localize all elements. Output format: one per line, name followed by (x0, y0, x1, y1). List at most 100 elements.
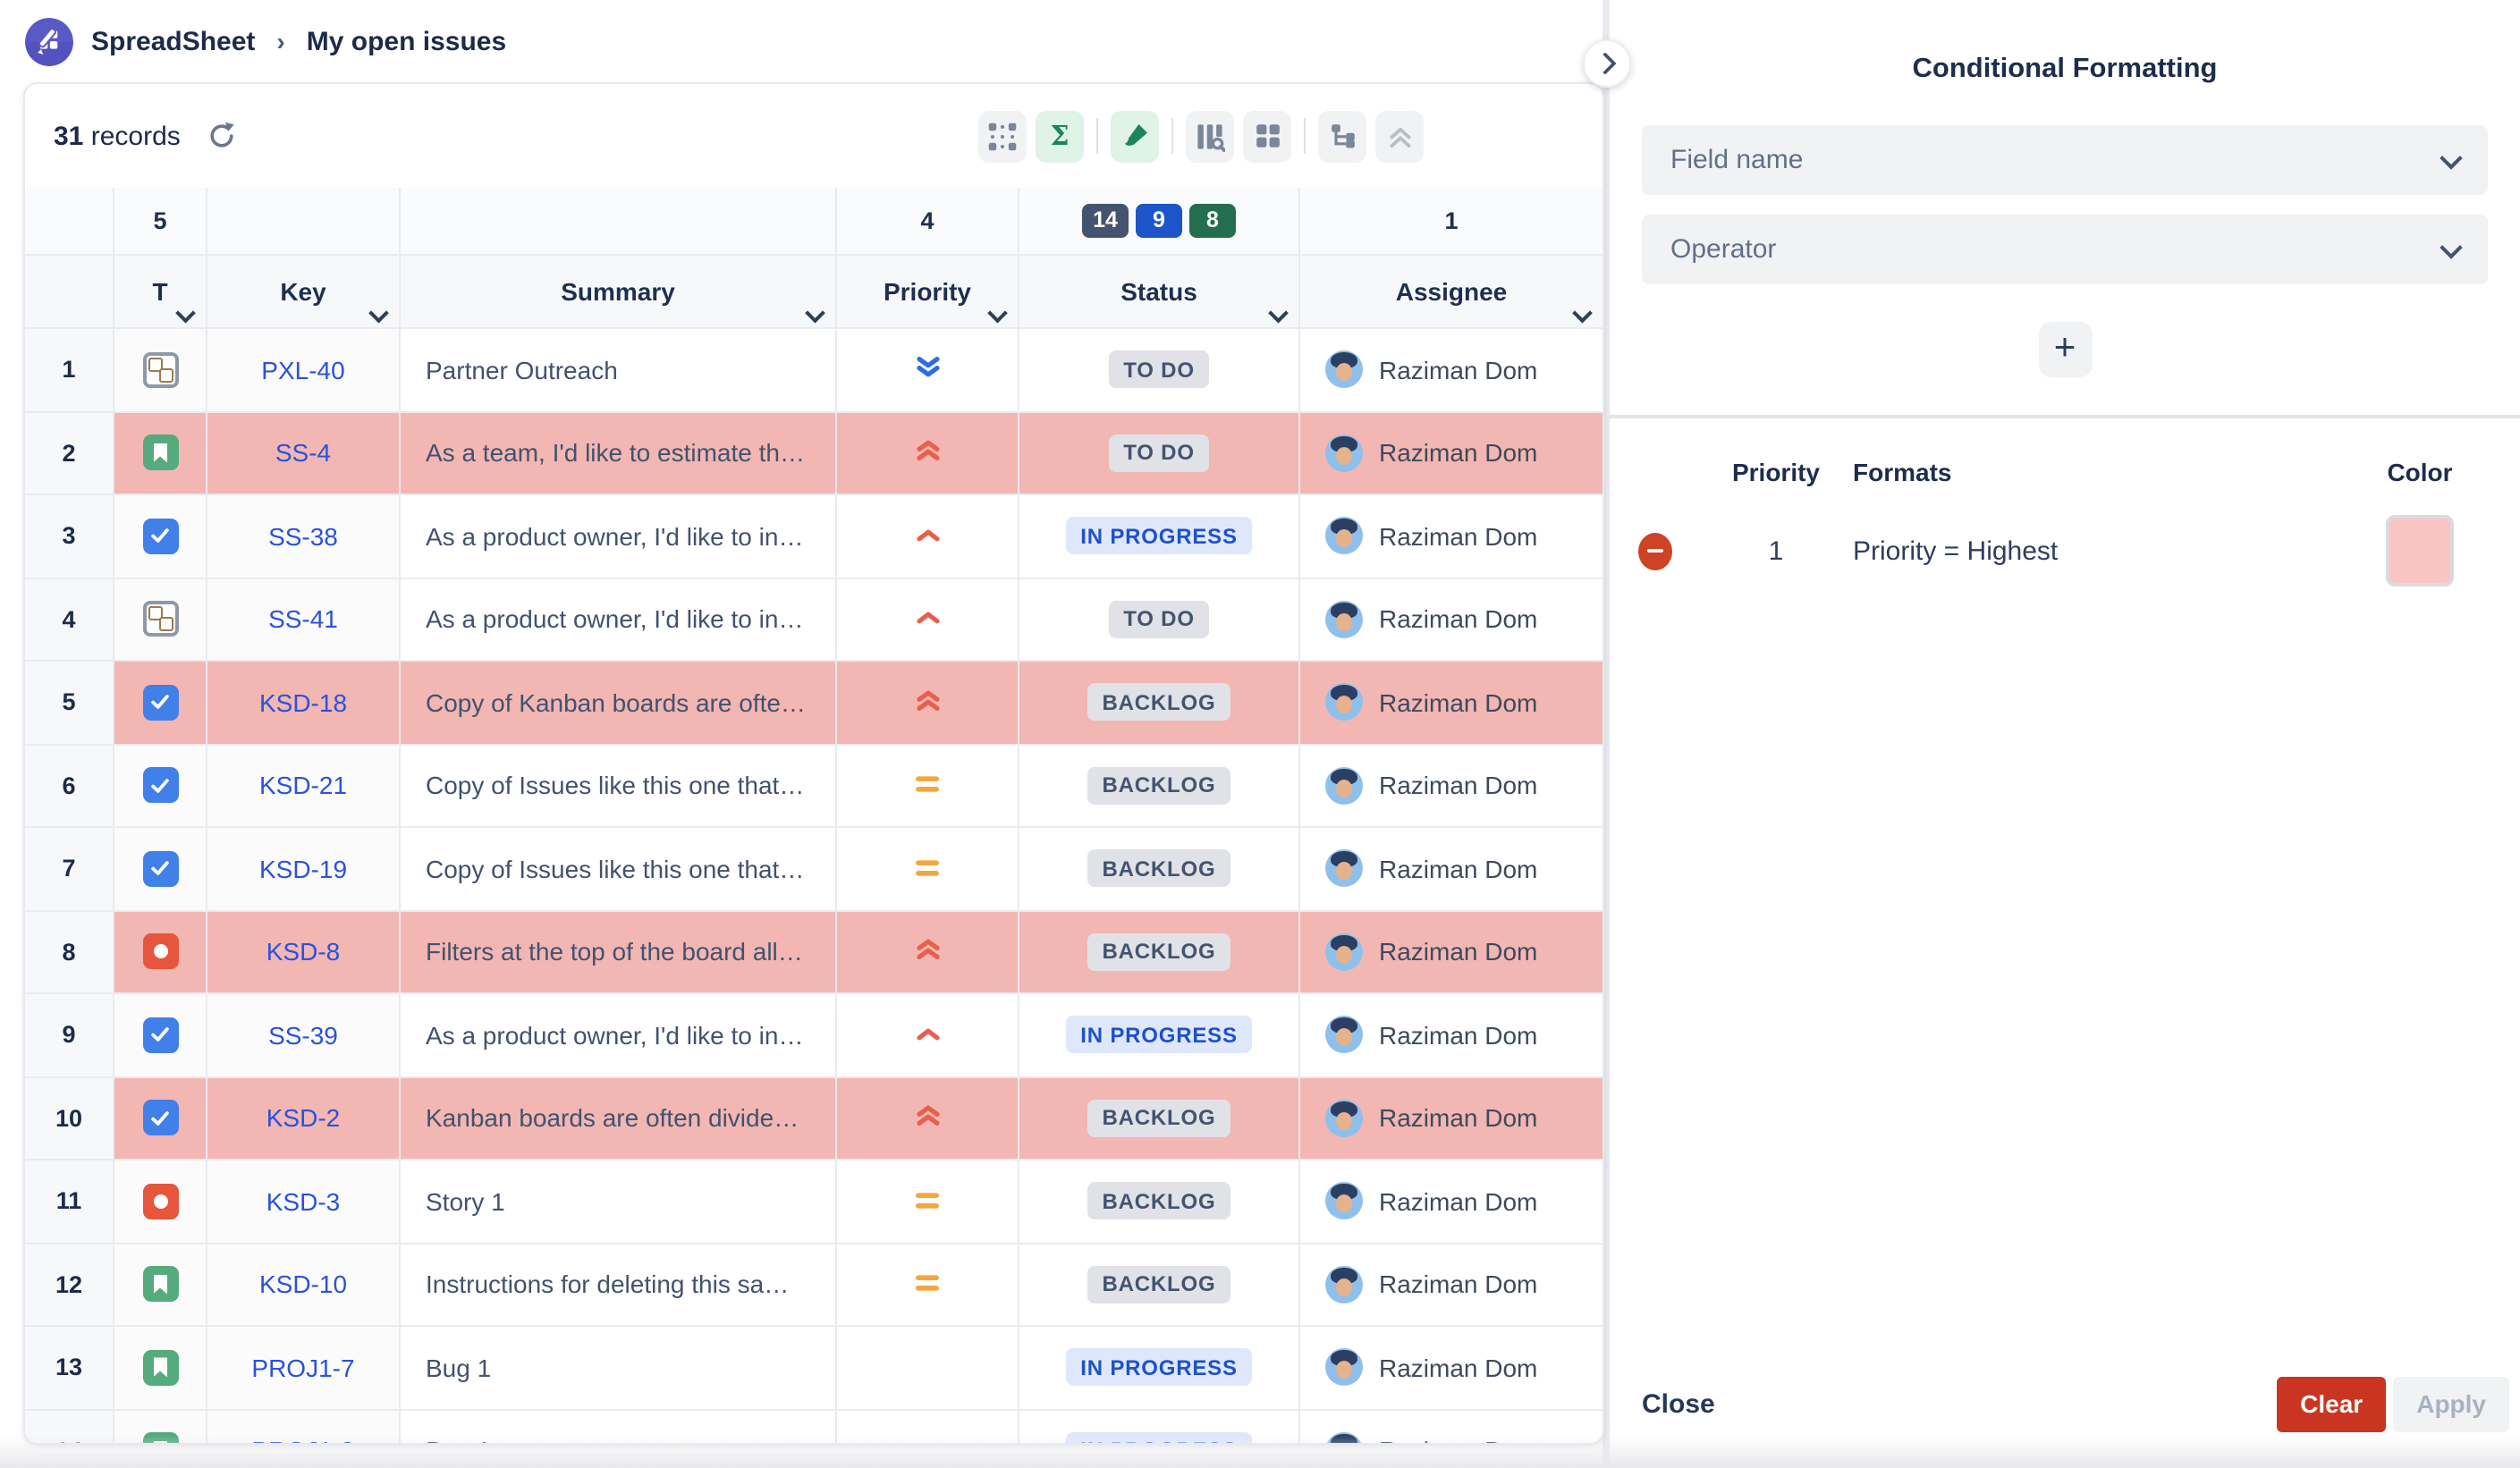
assignee-cell[interactable]: Raziman Dom (1300, 329, 1602, 410)
issue-key-link[interactable]: PXL-40 (261, 356, 344, 384)
close-button[interactable]: Close (1642, 1388, 1715, 1419)
select-cells-icon-button[interactable] (978, 110, 1027, 162)
add-rule-button[interactable]: + (2038, 322, 2092, 377)
issue-type-cell[interactable] (114, 911, 207, 992)
issue-type-cell[interactable] (114, 1244, 207, 1325)
assignee-cell[interactable]: Raziman Dom (1300, 412, 1602, 494)
assignee-cell[interactable]: Raziman Dom (1300, 1410, 1602, 1445)
status-cell[interactable]: BACKLOG (1019, 1244, 1300, 1325)
assignee-cell[interactable]: Raziman Dom (1300, 994, 1602, 1076)
issue-key-link[interactable]: SS-38 (268, 522, 338, 551)
status-cell[interactable]: TO DO (1019, 329, 1300, 410)
issue-key-link[interactable]: KSD-10 (259, 1270, 347, 1299)
priority-cell[interactable] (837, 994, 1019, 1076)
issue-key-cell[interactable]: SS-39 (207, 994, 401, 1076)
issue-key-cell[interactable]: KSD-18 (207, 662, 401, 743)
summary-cell[interactable]: As a product owner, I'd like to in… (401, 495, 837, 577)
issue-key-cell[interactable]: SS-41 (207, 578, 401, 660)
status-cell[interactable]: BACKLOG (1019, 1077, 1300, 1159)
issue-type-cell[interactable] (114, 578, 207, 660)
status-cell[interactable]: IN PROGRESS (1019, 1327, 1300, 1408)
assignee-cell[interactable]: Raziman Dom (1300, 662, 1602, 743)
status-cell[interactable]: IN PROGRESS (1019, 495, 1300, 577)
priority-cell[interactable] (837, 828, 1019, 909)
assignee-cell[interactable]: Raziman Dom (1300, 495, 1602, 577)
status-cell[interactable]: TO DO (1019, 412, 1300, 494)
operator-select[interactable]: Operator (1642, 215, 2488, 284)
priority-cell[interactable] (837, 911, 1019, 992)
issue-key-link[interactable]: KSD-21 (259, 772, 347, 800)
summary-cell[interactable]: Copy of Kanban boards are ofte… (401, 662, 837, 743)
summary-cell[interactable]: Kanban boards are often divided… (401, 1077, 837, 1159)
issue-type-cell[interactable] (114, 745, 207, 826)
rule-color-swatch[interactable] (2386, 515, 2454, 586)
issue-key-cell[interactable]: KSD-10 (207, 1244, 401, 1325)
issue-key-cell[interactable]: KSD-2 (207, 1077, 401, 1159)
summary-cell[interactable]: As a product owner, I'd like to in… (401, 578, 837, 660)
issue-key-link[interactable]: KSD-19 (259, 855, 347, 883)
status-cell[interactable]: BACKLOG (1019, 911, 1300, 992)
priority-cell[interactable] (837, 662, 1019, 743)
issue-key-link[interactable]: PROJ1-9 (251, 1437, 354, 1446)
hierarchy-icon-button[interactable] (1318, 110, 1366, 162)
issue-key-link[interactable]: SS-39 (268, 1021, 338, 1050)
status-cell[interactable]: BACKLOG (1019, 1160, 1300, 1242)
issue-type-cell[interactable] (114, 329, 207, 410)
apply-button[interactable]: Apply (2393, 1376, 2509, 1431)
summary-cell[interactable]: Bug 1 (401, 1410, 837, 1445)
summary-cell[interactable]: Bug 1 (401, 1327, 837, 1408)
priority-cell[interactable] (837, 578, 1019, 660)
issue-key-cell[interactable]: PXL-40 (207, 329, 401, 410)
column-header-assignee[interactable]: Assignee (1300, 256, 1602, 327)
summary-cell[interactable]: As a product owner, I'd like to in… (401, 994, 837, 1076)
issue-key-cell[interactable]: KSD-8 (207, 911, 401, 992)
issue-type-cell[interactable] (114, 828, 207, 909)
issue-key-link[interactable]: PROJ1-7 (251, 1354, 354, 1382)
status-cell[interactable]: IN PROGRESS (1019, 994, 1300, 1076)
assignee-cell[interactable]: Raziman Dom (1300, 1327, 1602, 1408)
priority-cell[interactable] (837, 1077, 1019, 1159)
priority-cell[interactable] (837, 1244, 1019, 1325)
summary-cell[interactable]: Story 1 (401, 1160, 837, 1242)
assignee-cell[interactable]: Raziman Dom (1300, 745, 1602, 826)
field-name-select[interactable]: Field name (1642, 125, 2488, 195)
issue-key-cell[interactable]: SS-4 (207, 412, 401, 494)
summary-cell[interactable]: Filters at the top of the board all… (401, 911, 837, 992)
breadcrumb-app-name[interactable]: SpreadSheet (91, 26, 255, 56)
clear-button[interactable]: Clear (2277, 1376, 2386, 1431)
assignee-cell[interactable]: Raziman Dom (1300, 1077, 1602, 1159)
priority-cell[interactable] (837, 412, 1019, 494)
assignee-cell[interactable]: Raziman Dom (1300, 1244, 1602, 1325)
issue-key-link[interactable]: SS-4 (275, 439, 331, 468)
sum-sigma-icon-button[interactable]: Σ (1036, 110, 1084, 162)
issue-type-cell[interactable] (114, 495, 207, 577)
issue-key-cell[interactable]: PROJ1-7 (207, 1327, 401, 1408)
status-cell[interactable]: TO DO (1019, 578, 1300, 660)
issue-key-link[interactable]: SS-41 (268, 605, 338, 634)
panel-collapse-button[interactable] (1583, 39, 1631, 88)
issue-type-cell[interactable] (114, 412, 207, 494)
priority-cell[interactable] (837, 1410, 1019, 1445)
column-header-key[interactable]: Key (207, 256, 401, 327)
issue-type-cell[interactable] (114, 994, 207, 1076)
summary-cell[interactable]: Instructions for deleting this sa… (401, 1244, 837, 1325)
status-cell[interactable]: BACKLOG (1019, 828, 1300, 909)
assignee-cell[interactable]: Raziman Dom (1300, 911, 1602, 992)
grid-view-icon-button[interactable] (1243, 110, 1291, 162)
status-cell[interactable]: IN PROGRESS (1019, 1410, 1300, 1445)
paint-format-icon-button[interactable] (1111, 110, 1159, 162)
remove-rule-button[interactable] (1638, 532, 1672, 569)
summary-cell[interactable]: Partner Outreach (401, 329, 837, 410)
summary-cell[interactable]: Copy of Issues like this one that … (401, 745, 837, 826)
issue-key-cell[interactable]: PROJ1-9 (207, 1410, 401, 1445)
issue-type-cell[interactable] (114, 1327, 207, 1408)
priority-cell[interactable] (837, 329, 1019, 410)
issue-type-cell[interactable] (114, 1077, 207, 1159)
issue-type-cell[interactable] (114, 662, 207, 743)
priority-cell[interactable] (837, 495, 1019, 577)
collapse-rows-icon-button[interactable] (1375, 110, 1424, 162)
issue-key-link[interactable]: KSD-8 (266, 938, 340, 966)
summary-cell[interactable]: Copy of Issues like this one that … (401, 828, 837, 909)
assignee-cell[interactable]: Raziman Dom (1300, 578, 1602, 660)
column-header-summary[interactable]: Summary (401, 256, 837, 327)
